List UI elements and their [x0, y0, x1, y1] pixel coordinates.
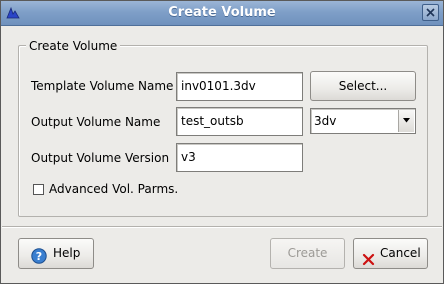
group-title: Create Volume: [26, 39, 121, 53]
window-title: Create Volume: [168, 5, 276, 20]
output-version-input[interactable]: v3: [176, 143, 303, 172]
dialog-window: Create Volume Create Volume Template Vol…: [0, 0, 444, 284]
cancel-button[interactable]: Cancel: [353, 238, 428, 269]
output-extension-value: 3dv: [314, 114, 337, 128]
create-label: Create: [287, 246, 328, 260]
advanced-params-checkbox[interactable]: [33, 184, 44, 195]
help-label: Help: [53, 246, 81, 260]
output-version-label: Output Volume Version: [31, 151, 170, 165]
close-button[interactable]: [422, 4, 439, 21]
template-volume-input[interactable]: inv0101.3dv: [176, 72, 303, 101]
cancel-x-icon: [362, 248, 375, 277]
close-icon: [426, 8, 435, 17]
advanced-params-label[interactable]: Advanced Vol. Parms.: [49, 182, 178, 196]
button-separator: [2, 226, 442, 228]
select-button[interactable]: Select...: [310, 71, 416, 101]
create-button[interactable]: Create: [270, 238, 345, 269]
help-button[interactable]: ? Help: [18, 238, 94, 269]
title-bar[interactable]: Create Volume: [1, 1, 443, 26]
chevron-down-icon: [403, 118, 410, 123]
output-volume-label: Output Volume Name: [31, 115, 161, 129]
dropdown-button[interactable]: [398, 110, 414, 132]
template-volume-label: Template Volume Name: [31, 79, 174, 93]
cancel-label: Cancel: [380, 246, 421, 260]
output-volume-input[interactable]: test_outsb: [176, 107, 303, 136]
svg-text:?: ?: [36, 250, 42, 263]
output-extension-select[interactable]: 3dv: [310, 108, 416, 134]
help-icon: ?: [31, 246, 47, 275]
